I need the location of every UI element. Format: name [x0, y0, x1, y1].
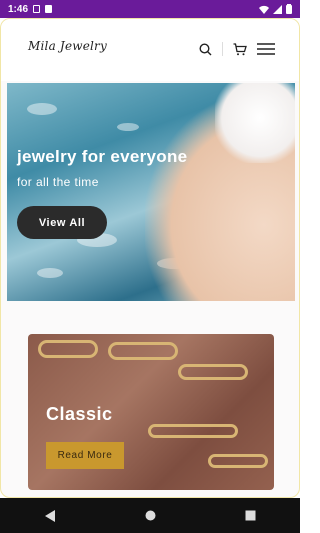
status-bar: 1:46	[0, 0, 300, 18]
cart-icon[interactable]	[233, 42, 247, 56]
chain-image	[148, 424, 238, 438]
chain-image	[208, 454, 268, 468]
chain-image	[178, 364, 248, 380]
sd-card-icon	[45, 5, 53, 13]
read-more-button[interactable]: Read More	[46, 442, 124, 469]
app-header: Mila Jewelry	[1, 19, 299, 81]
brand-logo[interactable]: Mila Jewelry	[28, 39, 107, 53]
settings-notification-icon	[33, 5, 41, 13]
hero-title: jewelry for everyone	[17, 147, 188, 166]
hamburger-menu-icon[interactable]	[257, 43, 275, 55]
sleeve-image	[215, 83, 295, 163]
clock: 1:46	[8, 3, 29, 15]
hero-subtitle: for all the time	[17, 175, 99, 189]
home-icon[interactable]	[145, 510, 156, 521]
recents-icon[interactable]	[245, 510, 256, 521]
signal-icon	[273, 4, 282, 14]
view-all-button[interactable]: View All	[17, 206, 107, 239]
wifi-icon	[259, 5, 269, 14]
back-icon[interactable]	[44, 509, 56, 522]
app-frame: Mila Jewelry jewelry for everyone for al…	[0, 18, 300, 498]
system-navigation-bar	[0, 498, 300, 533]
hero-banner: jewelry for everyone for all the time Vi…	[7, 83, 295, 301]
chain-image	[108, 342, 178, 360]
chain-image	[38, 340, 98, 358]
battery-icon	[286, 4, 292, 14]
header-divider	[222, 42, 223, 56]
search-icon[interactable]	[199, 42, 212, 56]
collection-card-classic[interactable]: Classic Read More	[28, 334, 274, 490]
card-title: Classic	[46, 404, 113, 424]
